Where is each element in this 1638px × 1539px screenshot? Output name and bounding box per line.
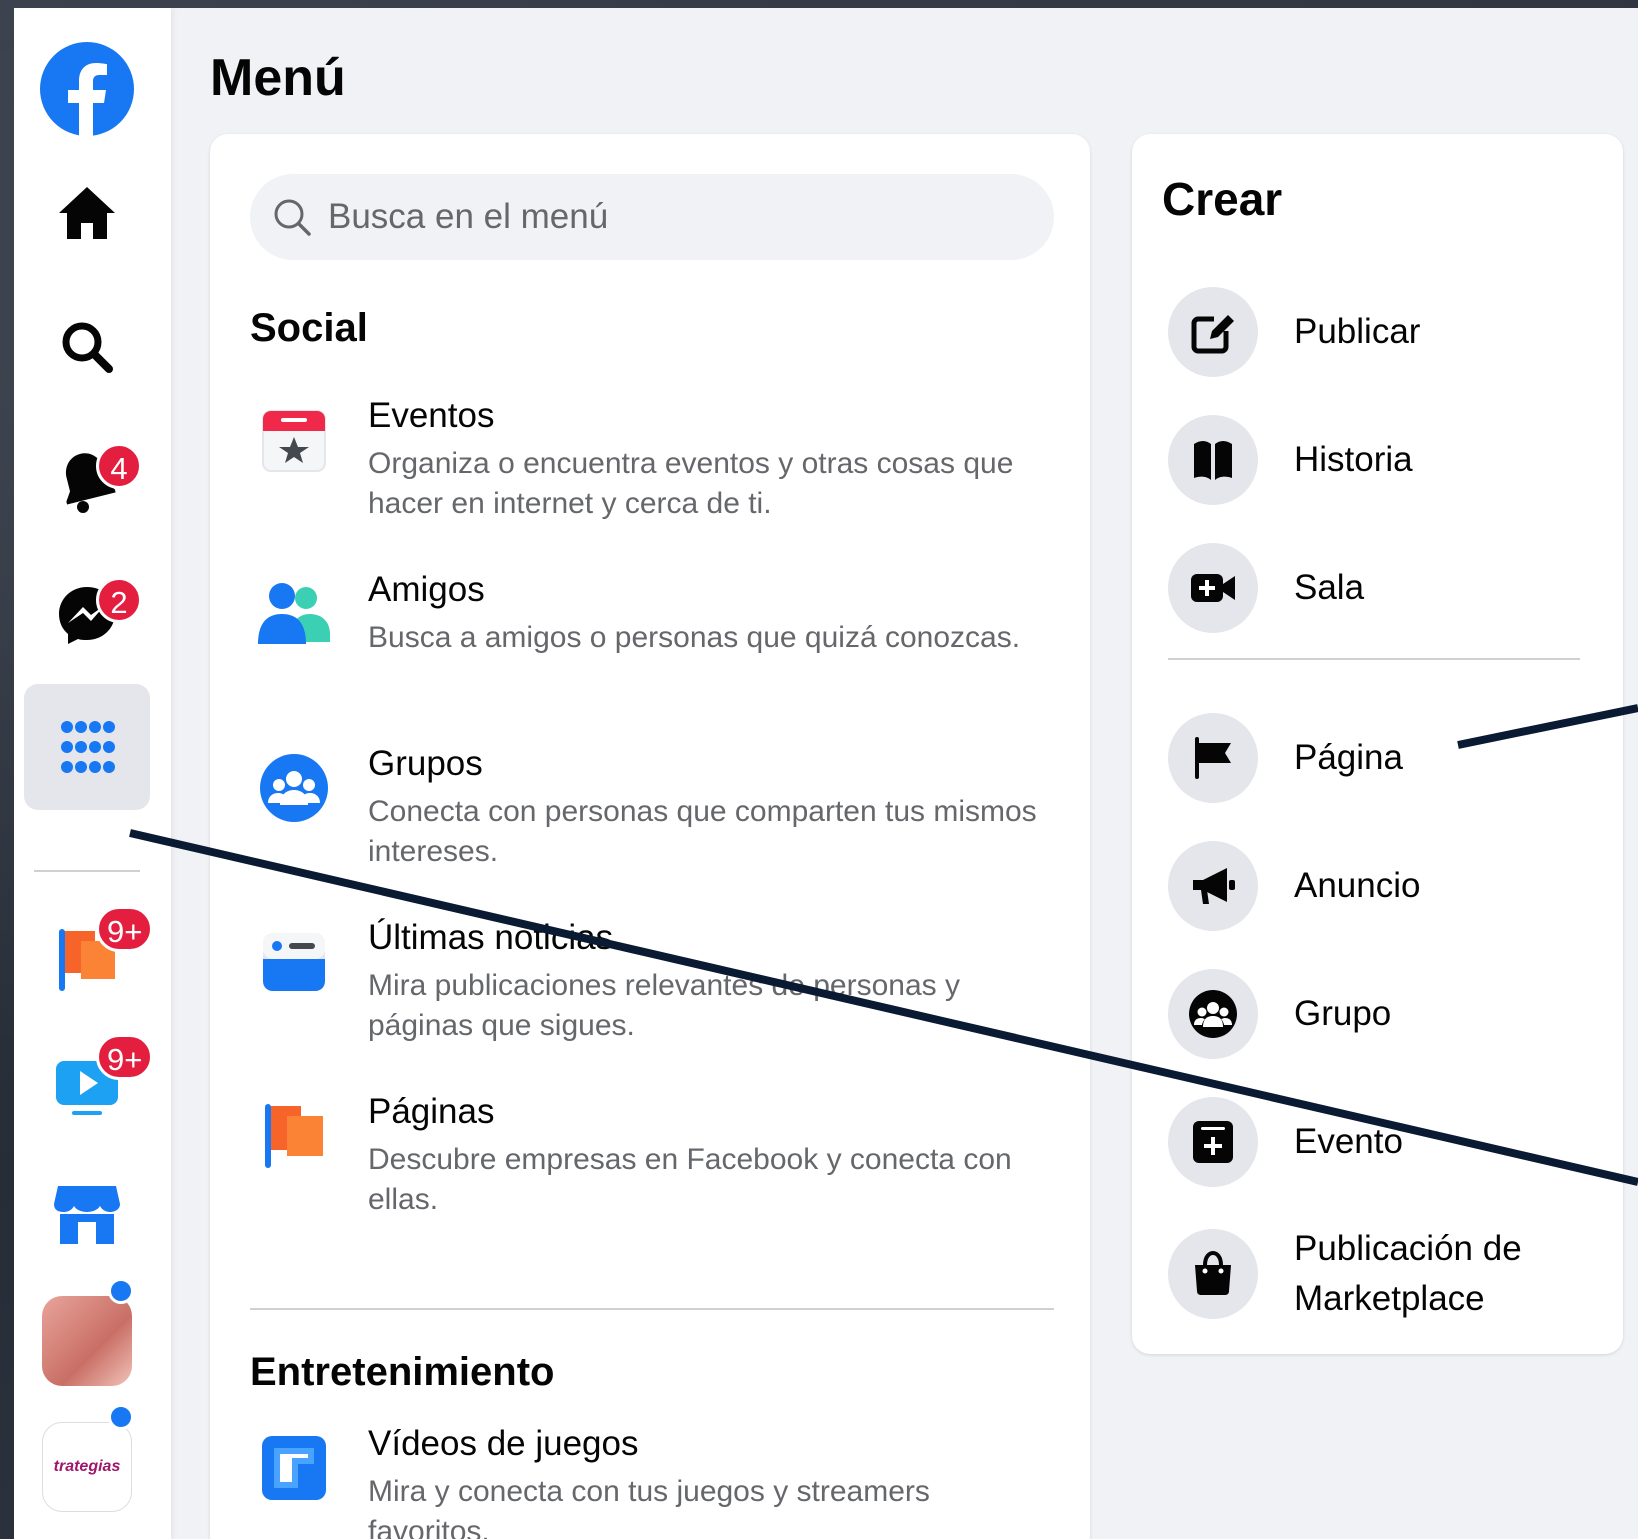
create-publicar[interactable]: Publicar [1168, 284, 1608, 380]
friends-icon [250, 570, 338, 658]
search-icon [274, 199, 311, 236]
messenger-badge: 2 [96, 577, 142, 623]
create-card: Crear Publicar Historia Sala Página Anun… [1132, 134, 1623, 1354]
marketplace-store-icon [54, 1186, 120, 1244]
create-item-label: Evento [1294, 1122, 1403, 1161]
create-item-label: Anuncio [1294, 866, 1421, 905]
calendar-plus-icon [1168, 1097, 1258, 1187]
unread-dot [108, 1278, 134, 1304]
create-evento[interactable]: Evento [1168, 1094, 1608, 1190]
create-publicacion-marketplace[interactable]: Publicación de Marketplace [1168, 1222, 1608, 1326]
create-grupo[interactable]: Grupo [1168, 966, 1608, 1062]
group-avatar-image [42, 1296, 132, 1386]
create-pagina[interactable]: Página [1168, 710, 1608, 806]
events-calendar-icon [250, 396, 338, 484]
create-item-label: Sala [1294, 568, 1365, 607]
home-icon [59, 187, 115, 239]
menu-item-title: Amigos [368, 570, 485, 609]
pages-shortcut[interactable]: 9+ [24, 896, 154, 1022]
search-icon [62, 322, 113, 373]
home-button[interactable] [24, 150, 150, 276]
facebook-logo-icon [40, 42, 134, 137]
unread-dot [108, 1404, 134, 1430]
watch-shortcut[interactable]: 9+ [24, 1024, 154, 1150]
marketplace-shortcut[interactable] [24, 1152, 150, 1278]
page-title: Menú [210, 49, 346, 107]
groups-icon [250, 744, 338, 832]
section-divider [250, 1308, 1054, 1310]
rail-divider [34, 870, 140, 872]
menu-item-title: Últimas noticias [368, 918, 614, 957]
search-input[interactable]: Busca en el menú [250, 174, 1054, 260]
create-sala[interactable]: Sala [1168, 540, 1608, 636]
create-item-label: Publicar [1294, 312, 1421, 351]
group-shortcut-1[interactable] [24, 1278, 150, 1404]
book-icon [1168, 415, 1258, 505]
shopping-bag-icon [1168, 1229, 1258, 1319]
left-nav-rail: 4 2 9+ 9+ trategias [14, 8, 171, 1539]
watch-badge: 9+ [96, 1034, 154, 1080]
messenger-button[interactable]: 2 [24, 552, 150, 678]
menu-button[interactable] [24, 684, 150, 810]
gaming-video-icon [250, 1424, 338, 1512]
create-historia[interactable]: Historia [1168, 412, 1608, 508]
create-divider [1168, 658, 1580, 660]
notifications-button[interactable]: 4 [24, 418, 150, 544]
menu-item-title: Vídeos de juegos [368, 1424, 639, 1463]
pages-flag-icon [250, 1092, 338, 1180]
video-plus-icon [1168, 543, 1258, 633]
create-item-label: Grupo [1294, 994, 1392, 1033]
menu-item-title: Eventos [368, 396, 495, 435]
menu-item-title: Grupos [368, 744, 483, 783]
news-feed-icon [250, 918, 338, 1006]
notifications-badge: 4 [96, 443, 142, 489]
grid-menu-icon [61, 721, 115, 773]
facebook-app-window: 4 2 9+ 9+ trategias Menú Busca en el men… [14, 8, 1638, 1539]
create-item-label: Historia [1294, 440, 1413, 479]
flag-icon [1168, 713, 1258, 803]
search-button[interactable] [24, 284, 150, 410]
avatar-logo-text: trategias [53, 1458, 121, 1475]
create-item-label: Publicación de Marketplace [1294, 1229, 1522, 1318]
menu-item-description: Descubre empresas en Facebook y conecta … [368, 1143, 1012, 1216]
group-shortcut-2[interactable]: trategias [24, 1404, 150, 1530]
menu-item-description: Conecta con personas que comparten tus m… [368, 795, 1037, 868]
menu-card: Busca en el menú Social Eventos Organiza… [210, 134, 1090, 1539]
create-item-label: Página [1294, 738, 1403, 777]
group-icon [1168, 969, 1258, 1059]
group-avatar-image: trategias [42, 1422, 132, 1512]
create-anuncio[interactable]: Anuncio [1168, 838, 1608, 934]
create-title: Crear [1162, 173, 1283, 225]
menu-item-description: Organiza o encuentra eventos y otras cos… [368, 447, 1014, 520]
menu-item-description: Busca a amigos o personas que quizá cono… [368, 621, 1021, 654]
facebook-logo[interactable] [24, 26, 150, 152]
megaphone-icon [1168, 841, 1258, 931]
menu-item-description: Mira y conecta con tus juegos y streamer… [368, 1475, 930, 1539]
search-placeholder: Busca en el menú [328, 197, 609, 236]
edit-icon [1168, 287, 1258, 377]
section-title-entertainment: Entretenimiento [250, 1350, 555, 1394]
menu-item-description: Mira publicaciones relevantes de persona… [368, 969, 960, 1042]
section-title-social: Social [250, 306, 368, 350]
pages-badge: 9+ [96, 906, 154, 952]
menu-item-title: Páginas [368, 1092, 495, 1131]
